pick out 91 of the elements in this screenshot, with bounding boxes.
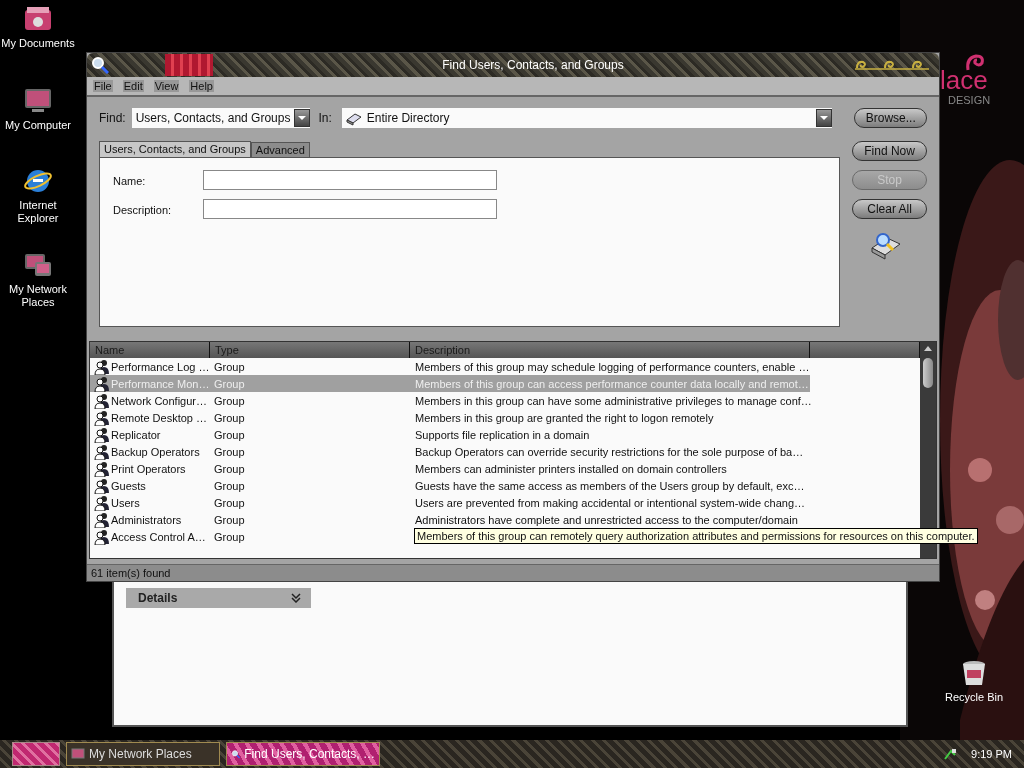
group-name: Replicator	[111, 428, 161, 441]
menu-item[interactable]: Help	[189, 80, 214, 92]
group-icon	[94, 477, 110, 494]
group-description: Members in this group are granted the right to logon remotely	[415, 411, 714, 424]
taskbar-button[interactable]: Find Users, Contacts, …	[226, 742, 380, 766]
group-name: Administrators	[111, 513, 182, 526]
action-button[interactable]: Clear All	[852, 199, 927, 219]
group-type: Group	[214, 462, 245, 475]
double-chevron-down-icon	[291, 593, 301, 603]
group-name: Remote Desktop …	[111, 411, 207, 424]
group-description: Backup Operators can override security restrictions for the sole purpose of ba…	[415, 445, 804, 458]
group-type: Group	[214, 479, 245, 492]
group-type: Group	[214, 530, 245, 543]
browse-button[interactable]: Browse...	[854, 108, 927, 128]
menu-item[interactable]: Edit	[122, 80, 144, 92]
group-description: Members can administer printers installed on domain controllers	[415, 462, 727, 475]
result-row[interactable]: Replicator Group Supports file replication in a domain	[90, 426, 920, 443]
group-icon	[94, 511, 110, 528]
group-type: Group	[214, 360, 245, 373]
details-panel-header[interactable]: Details	[126, 588, 311, 608]
group-name: Network Configur…	[111, 394, 207, 407]
tab[interactable]: Advanced	[250, 142, 310, 157]
magnifier-icon	[91, 56, 109, 74]
group-icon	[94, 358, 110, 375]
menu-item[interactable]: View	[153, 80, 180, 92]
ornament	[165, 54, 213, 76]
group-description: Members of this group can access performance counter data locally and remot…	[415, 377, 809, 390]
desktop-icon-label[interactable]: Recycle Bin	[944, 691, 1004, 704]
network-status-icon	[943, 747, 958, 761]
status-bar: 61 item(s) found	[87, 564, 939, 581]
desktop-icon-label[interactable]: My Network Places	[0, 283, 76, 309]
group-description: Administrators have complete and unrestricted access to the computer/domain	[415, 513, 798, 526]
result-row[interactable]: Users Group Users are prevented from making accidental or intentional system-wide chang…	[90, 494, 920, 511]
result-row[interactable]: Network Configur… Group Members in this group can have some administrative privileges to manage conf…	[90, 392, 920, 409]
desktop-icon-label[interactable]: My Documents	[1, 37, 75, 50]
group-type: Group	[214, 394, 245, 407]
group-type: Group	[214, 377, 245, 390]
group-type: Group	[214, 428, 245, 441]
group-icon	[94, 494, 110, 511]
result-row[interactable]: Remote Desktop … Group Members in this group are granted the right to logon remotely	[90, 409, 920, 426]
in-dropdown[interactable]: Entire Directory	[341, 108, 833, 128]
group-icon	[94, 392, 110, 409]
group-name: Backup Operators	[111, 445, 200, 458]
start-button[interactable]	[12, 742, 60, 766]
logo-text: lace	[940, 66, 988, 94]
result-row[interactable]: Administrators Group Administrators have complete and unrestricted access to the computer/domain	[90, 511, 920, 528]
find-dropdown[interactable]: Users, Contacts, and Groups	[131, 108, 311, 128]
action-button[interactable]: Find Now	[852, 141, 927, 161]
scrollbar-thumb[interactable]	[923, 358, 933, 388]
group-description: Supports file replication in a domain	[415, 428, 590, 441]
computer-icon	[71, 747, 85, 761]
group-description: Members in this group can have some administrative privileges to manage conf…	[415, 394, 812, 407]
group-description: Guests have the same access as members of the Users group by default, exc…	[415, 479, 805, 492]
group-name: Users	[111, 496, 140, 509]
group-description: Users are prevented from making accidental or intentional system-wide chang…	[415, 496, 806, 509]
group-icon	[94, 409, 110, 426]
input-field[interactable]	[203, 170, 497, 190]
input-field[interactable]	[203, 199, 497, 219]
result-row[interactable]: Performance Log … Group Members of this group may schedule logging of performance counters, enable …	[90, 358, 920, 375]
tooltip: Members of this group can remotely query authorization attributes and permissions for resources on this computer.	[414, 528, 978, 544]
group-type: Group	[214, 496, 245, 509]
group-type: Group	[214, 513, 245, 526]
group-type: Group	[214, 445, 245, 458]
group-name: Guests	[111, 479, 146, 492]
result-row[interactable]: Print Operators Group Members can administer printers installed on domain controllers	[90, 460, 920, 477]
logo-subtext: DESIGN	[948, 94, 991, 106]
group-icon	[94, 426, 110, 443]
window-title: Find Users, Contacts, and Groups	[441, 58, 625, 72]
result-row[interactable]: Guests Group Guests have the same access as members of the Users group by default, exc…	[90, 477, 920, 494]
group-name: Performance Log …	[111, 360, 210, 373]
desktop-icon-label[interactable]: My Computer	[5, 119, 71, 132]
find-label: Find:	[99, 111, 126, 125]
magnifier-icon	[231, 747, 241, 761]
field-label: Name:	[113, 174, 147, 187]
in-label: In:	[318, 111, 332, 125]
desktop-icon-label[interactable]: Internet Explorer	[0, 199, 76, 225]
group-icon	[94, 443, 110, 460]
group-type: Group	[214, 411, 245, 424]
group-icon	[94, 528, 110, 545]
group-icon	[94, 375, 110, 392]
clock: 9:19 PM	[971, 748, 1012, 760]
menu-item[interactable]: File	[93, 80, 113, 92]
group-description: Members of this group may schedule logging of performance counters, enable …	[415, 360, 810, 373]
group-name: Access Control A…	[111, 530, 206, 543]
tab[interactable]: Users, Contacts, and Groups	[99, 141, 251, 157]
group-name: Print Operators	[111, 462, 186, 475]
result-row[interactable]: Backup Operators Group Backup Operators can override security restrictions for the sole purpose of ba…	[90, 443, 920, 460]
group-icon	[94, 460, 110, 477]
taskbar-button[interactable]: My Network Places	[66, 742, 220, 766]
group-name: Performance Mon…	[111, 377, 210, 390]
field-label: Description:	[113, 203, 173, 216]
